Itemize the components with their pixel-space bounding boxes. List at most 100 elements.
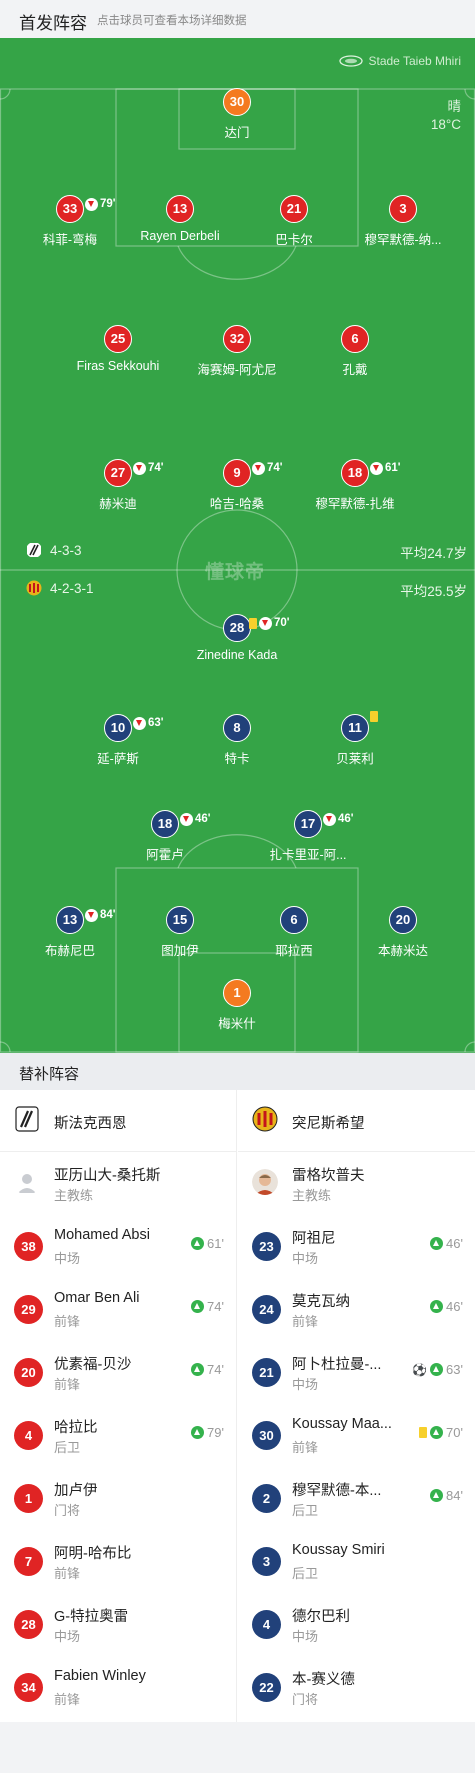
coach-role: 主教练 xyxy=(54,1188,94,1203)
player-home-mid-1[interactable]: 25 Firas Sekkouhi xyxy=(53,325,183,373)
sub-player-row[interactable]: 22 本-赛义德 门将 xyxy=(238,1656,475,1719)
sub-player-row[interactable]: 23 阿祖尼 中场 46' xyxy=(238,1215,475,1278)
sub-player-row[interactable]: 24 莫克瓦纳 前锋 46' xyxy=(238,1278,475,1341)
sub-name: 阿卜杜拉曼-... xyxy=(292,1357,382,1373)
player-away-dm-2[interactable]: 17 46' 扎卡里亚-阿... xyxy=(243,810,373,863)
player-away-am-3[interactable]: 11 贝莱利 xyxy=(290,711,420,767)
sub-in-event: 61' xyxy=(191,1236,224,1251)
sub-player-row[interactable]: 7 阿明-哈布比 前锋 xyxy=(0,1530,236,1593)
coach-role: 主教练 xyxy=(292,1188,332,1203)
home-formation: 4-3-3 xyxy=(26,542,82,558)
coach-name: 亚历山大-桑托斯 xyxy=(54,1168,161,1184)
sub-position: 前锋 xyxy=(54,1566,81,1581)
sub-out-icon xyxy=(252,462,265,475)
player-home-def-2[interactable]: 13 Rayen Derbeli xyxy=(115,195,245,243)
venue-name: Stade Taieb Mhiri xyxy=(368,54,462,68)
player-name: Zinedine Kada xyxy=(196,648,278,662)
player-home-mid-3[interactable]: 6 孔戴 xyxy=(290,325,420,378)
sub-position: 前锋 xyxy=(54,1377,81,1392)
player-name: 扎卡里亚-阿... xyxy=(269,848,347,862)
sub-player-row[interactable]: 20 优素福-贝沙 前锋 74' xyxy=(0,1341,236,1404)
player-away-gk[interactable]: 1 梅米什 xyxy=(172,979,302,1032)
home-coach[interactable]: 亚历山大-桑托斯 主教练 xyxy=(0,1152,236,1215)
player-name: Rayen Derbeli xyxy=(140,229,220,243)
player-away-def-4[interactable]: 20 本赫米达 xyxy=(338,906,468,959)
sub-player-row[interactable]: 30 Koussay Maa... 前锋 70' xyxy=(238,1404,475,1467)
player-name: 孔戴 xyxy=(342,363,368,377)
sub-player-row[interactable]: 34 Fabien Winley 前锋 xyxy=(0,1656,236,1719)
sub-position: 门将 xyxy=(54,1503,81,1518)
sub-player-row[interactable]: 1 加卢伊 门将 xyxy=(0,1467,236,1530)
player-name: 穆罕默德-纳... xyxy=(364,233,442,247)
weather: 晴 18°C xyxy=(431,98,461,134)
sub-player-row[interactable]: 28 G-特拉奥雷 中场 xyxy=(0,1593,236,1656)
player-name: 梅米什 xyxy=(218,1017,256,1031)
sub-in-event: 46' xyxy=(430,1236,463,1251)
sub-number: 20 xyxy=(14,1358,43,1387)
sub-position: 前锋 xyxy=(292,1314,319,1329)
sub-player-row[interactable]: 2 穆罕默德-本... 后卫 84' xyxy=(238,1467,475,1530)
watermark: 懂球帝 xyxy=(205,562,266,583)
home-team-row[interactable]: 斯法克西恩 xyxy=(0,1090,236,1152)
sub-position: 中场 xyxy=(292,1377,319,1392)
sub-player-row[interactable]: 21 阿卜杜拉曼-... 中场 ⚽ 63' xyxy=(238,1341,475,1404)
sub-player-row[interactable]: 38 Mohamed Absi 中场 61' xyxy=(0,1215,236,1278)
subs-header: 替补阵容 xyxy=(0,1053,475,1090)
yellow-card-icon xyxy=(419,1427,428,1438)
sub-out-icon xyxy=(85,198,98,211)
sub-player-row[interactable]: 29 Omar Ben Ali 前锋 74' xyxy=(0,1278,236,1341)
player-name: 海赛姆-阿尤尼 xyxy=(197,363,277,377)
player-number: 15 xyxy=(166,906,194,934)
player-name: 阿霍卢 xyxy=(146,848,184,862)
player-number: 25 xyxy=(104,325,132,353)
away-team-row[interactable]: 突尼斯希望 xyxy=(238,1090,475,1152)
player-number: 27 xyxy=(110,465,126,480)
sub-out-icon xyxy=(133,717,146,730)
player-number: 30 xyxy=(223,88,251,116)
sub-name: 加卢伊 xyxy=(54,1483,98,1499)
sub-out-event: 84' xyxy=(85,903,116,928)
player-home-fw-2[interactable]: 9 74' 哈吉-哈桑 xyxy=(172,459,302,512)
player-away-am-2[interactable]: 8 特卡 xyxy=(172,714,302,767)
player-home-gk[interactable]: 30 达门 xyxy=(172,88,302,141)
sub-name: 优素福-贝沙 xyxy=(54,1357,132,1373)
sub-in-event: 79' xyxy=(191,1425,224,1440)
coach-avatar xyxy=(252,1169,278,1195)
player-away-dm-1[interactable]: 18 46' 阿霍卢 xyxy=(100,810,230,863)
sub-position: 后卫 xyxy=(292,1566,319,1581)
player-number: 1 xyxy=(223,979,251,1007)
card-event xyxy=(370,711,378,722)
sub-number: 21 xyxy=(252,1358,281,1387)
player-home-fw-3[interactable]: 18 61' 穆罕默德-扎维 xyxy=(290,459,420,512)
player-away-am-1[interactable]: 10 63' 延-萨斯 xyxy=(53,714,183,767)
home-subs-column: 斯法克西恩 亚历山大-桑托斯 主教练 38 Mohamed Absi 中场 61… xyxy=(0,1090,237,1722)
sub-in-icon xyxy=(430,1300,444,1313)
lineup-header: 首发阵容 点击球员可查看本场详细数据 xyxy=(0,0,475,38)
player-home-fw-1[interactable]: 27 74' 赫米迪 xyxy=(53,459,183,512)
sub-in-event: 84' xyxy=(430,1488,463,1503)
sub-out-icon xyxy=(323,813,336,826)
player-number: 28 xyxy=(229,620,245,635)
sub-player-row[interactable]: 3 Koussay Smiri 后卫 xyxy=(238,1530,475,1593)
player-name: 赫米迪 xyxy=(99,497,137,511)
player-home-def-4[interactable]: 3 穆罕默德-纳... xyxy=(338,195,468,248)
sub-in-icon xyxy=(191,1363,205,1376)
away-coach[interactable]: 雷格坎普夫 主教练 xyxy=(238,1152,475,1215)
player-name: 本赫米达 xyxy=(377,944,428,958)
stadium-icon xyxy=(338,55,363,67)
sub-number: 24 xyxy=(252,1295,281,1324)
sub-name: 德尔巴利 xyxy=(292,1609,350,1625)
sub-position: 门将 xyxy=(292,1692,319,1707)
player-away-st[interactable]: 28 70' Zinedine Kada xyxy=(172,614,302,662)
player-number: 18 xyxy=(347,465,363,480)
player-number: 32 xyxy=(223,325,251,353)
sub-player-row[interactable]: 4 哈拉比 后卫 79' xyxy=(0,1404,236,1467)
esperance-logo-icon xyxy=(26,580,42,596)
sub-number: 30 xyxy=(252,1421,281,1450)
player-home-mid-2[interactable]: 32 海赛姆-阿尤尼 xyxy=(172,325,302,378)
player-away-def-2[interactable]: 15 图加伊 xyxy=(115,906,245,959)
sub-player-row[interactable]: 4 德尔巴利 中场 xyxy=(238,1593,475,1656)
player-number: 13 xyxy=(62,912,78,927)
lineup-title: 首发阵容 xyxy=(19,14,87,33)
sub-position: 前锋 xyxy=(54,1692,81,1707)
